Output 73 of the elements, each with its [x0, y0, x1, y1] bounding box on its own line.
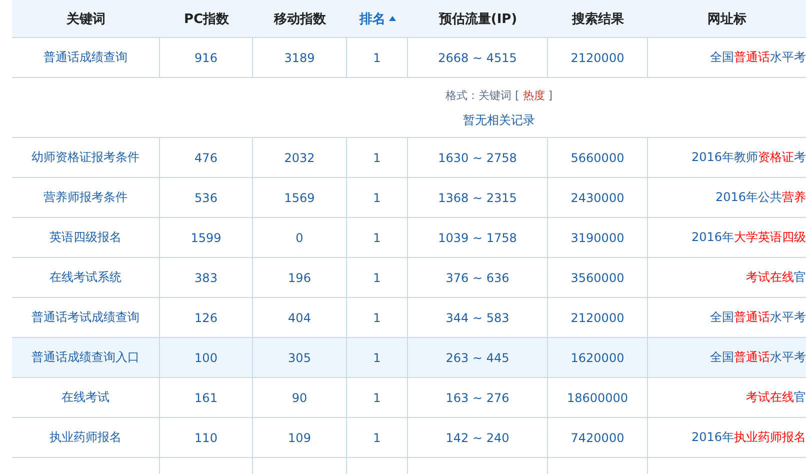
keyword-cell: 英语四级报名: [50, 229, 122, 246]
title-cell: 2016年执业药师报名: [691, 429, 806, 446]
keyword-cell: 营养师报考条件: [44, 189, 128, 206]
traffic-cell: 142 ~ 240: [446, 430, 510, 444]
rank-cell: 1: [373, 390, 381, 404]
mobile-index-cell: 1569: [284, 190, 315, 204]
traffic-cell: 1368 ~ 2315: [438, 190, 517, 204]
keyword-cell: 幼师资格证报考条件: [32, 149, 140, 166]
rank-cell: 1: [373, 50, 381, 64]
results-cell: 5660000: [570, 150, 624, 164]
traffic-cell: 1039 ~ 1758: [438, 230, 517, 244]
traffic-cell: 344 ~ 583: [446, 310, 510, 324]
rank-cell: 1: [373, 150, 381, 164]
keyword-cell: 普通话考试成绩查询: [32, 309, 140, 326]
mobile-index-cell: 109: [288, 430, 311, 444]
pc-index-cell: 383: [194, 270, 218, 284]
pc-index-cell: 100: [194, 350, 218, 364]
pc-index-cell: 476: [194, 150, 218, 164]
rank-cell: 1: [373, 350, 381, 364]
mobile-index-cell: 0: [296, 230, 304, 244]
pc-index-cell: 110: [194, 430, 218, 444]
results-cell: 1620000: [570, 350, 624, 364]
results-cell: 2120000: [570, 310, 624, 324]
column-header: 预估流量(IP): [438, 10, 518, 28]
title-cell: 2016年大学英语四级: [691, 229, 806, 246]
mobile-index-cell: 305: [288, 350, 311, 364]
pc-index-cell: 1599: [190, 230, 222, 244]
column-header: 网址标: [706, 10, 748, 28]
rank-cell: 1: [373, 190, 381, 204]
empty-message: 暂无相关记录: [463, 112, 535, 129]
traffic-cell: 163 ~ 276: [446, 390, 510, 404]
results-cell: 7420000: [570, 430, 624, 444]
traffic-cell: 1630 ~ 2758: [438, 150, 517, 164]
title-cell: 全国普通话水平考: [710, 309, 806, 326]
results-cell: 3560000: [570, 270, 624, 284]
keyword-cell: 执业药师报名: [50, 429, 122, 446]
title-cell: 考试在线官: [746, 269, 806, 286]
results-cell: 18600000: [566, 390, 628, 404]
mobile-index-cell: 90: [292, 390, 308, 404]
pc-index-cell: 161: [194, 390, 218, 404]
column-header[interactable]: 排名: [347, 0, 408, 37]
traffic-cell: 2668 ~ 4515: [438, 50, 517, 64]
format-hint: 格式：关键词 [ 热度 ]: [445, 88, 553, 103]
keyword-cell: 普通话成绩查询入口: [32, 349, 140, 366]
column-header: 移动指数: [272, 10, 327, 28]
pc-index-cell: 126: [194, 310, 218, 324]
title-cell: 全国普通话水平考: [710, 49, 806, 66]
title-cell: 考试在线官: [746, 389, 806, 406]
results-cell: 3190000: [570, 230, 624, 244]
pc-index-cell: 536: [194, 190, 218, 204]
rank-cell: 1: [373, 310, 381, 324]
keyword-cell: 在线考试: [62, 389, 110, 406]
title-cell: 2016年教师资格证考: [691, 149, 806, 166]
column-header: PC指数: [182, 10, 230, 28]
sort-up-icon: [388, 16, 396, 21]
mobile-index-cell: 3189: [284, 50, 315, 64]
title-cell: 2016年公共营养: [715, 189, 806, 206]
rank-cell: 1: [373, 270, 381, 284]
results-cell: 2430000: [570, 190, 624, 204]
traffic-cell: 376 ~ 636: [446, 270, 510, 284]
mobile-index-cell: 196: [288, 270, 311, 284]
traffic-cell: 263 ~ 445: [446, 350, 510, 364]
keyword-cell: 在线考试系统: [50, 269, 122, 286]
mobile-index-cell: 404: [288, 310, 311, 324]
results-cell: 2120000: [570, 50, 624, 64]
column-header: 关键词: [65, 10, 106, 28]
pc-index-cell: 916: [194, 50, 218, 64]
keyword-cell: 普通话成绩查询: [44, 49, 128, 66]
column-header: 搜索结果: [570, 10, 625, 28]
mobile-index-cell: 2032: [284, 150, 315, 164]
title-cell: 全国普通话水平考: [710, 349, 806, 366]
rank-cell: 1: [373, 230, 381, 244]
rank-cell: 1: [373, 430, 381, 444]
